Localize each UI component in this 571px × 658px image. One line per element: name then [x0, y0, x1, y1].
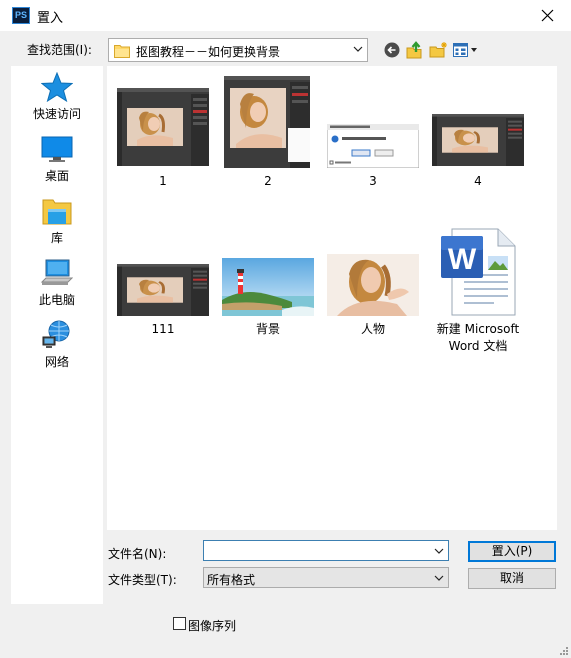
- file-label-line2: Word 文档: [448, 339, 508, 353]
- look-in-dropdown[interactable]: 抠图教程－－如何更换背景: [108, 38, 368, 62]
- new-folder-icon: [429, 42, 447, 58]
- image-sequence-label: 图像序列: [188, 619, 237, 633]
- place-button[interactable]: 置入(P): [468, 541, 556, 562]
- look-in-label: 查找范围(I):: [27, 43, 92, 57]
- folder-icon: [114, 45, 130, 58]
- close-button[interactable]: [525, 0, 571, 31]
- places-bar: 快速访问 桌面 库 此电脑 网络: [11, 66, 103, 604]
- close-icon: [541, 9, 554, 22]
- file-type-value: 所有格式: [207, 573, 256, 587]
- place-label: 网络: [44, 355, 69, 369]
- file-item[interactable]: 背景: [214, 226, 322, 351]
- back-arrow-icon: [384, 42, 400, 58]
- dialog-title: 置入: [37, 11, 64, 26]
- word-document-icon: W: [441, 228, 516, 316]
- look-in-value: 抠图教程－－如何更换背景: [136, 45, 281, 59]
- file-item[interactable]: W 新建 Microsoft Word 文档: [424, 226, 532, 361]
- file-name-label: 文件名(N):: [108, 547, 167, 561]
- file-label: 1: [159, 174, 167, 188]
- image-thumbnail: [117, 88, 209, 166]
- chevron-down-icon[interactable]: [434, 547, 444, 555]
- computer-icon: [41, 259, 73, 285]
- place-label: 快速访问: [32, 107, 81, 121]
- file-label: 新建 Microsoft Word 文档: [424, 321, 532, 355]
- desktop-icon: [41, 136, 73, 162]
- image-thumbnail: [117, 264, 209, 316]
- file-item[interactable]: 3: [319, 76, 427, 201]
- file-item[interactable]: 2: [214, 76, 322, 201]
- file-label: 4: [474, 174, 482, 188]
- cancel-button[interactable]: 取消: [468, 568, 556, 589]
- title-bar: PS 置入: [0, 0, 571, 31]
- resize-grip-icon[interactable]: [559, 646, 569, 656]
- file-item[interactable]: 人物: [319, 226, 427, 351]
- file-label: 111: [151, 322, 175, 336]
- chevron-down-icon: [353, 46, 363, 52]
- place-dialog: PS 置入 查找范围(I): 抠图教程－－如何更换背景 快速访问 桌面 库 此电…: [0, 0, 571, 658]
- chevron-down-icon: [434, 575, 444, 581]
- up-folder-icon: [406, 41, 422, 59]
- file-label: 人物: [360, 322, 385, 336]
- file-label-line1: 新建 Microsoft: [436, 322, 520, 336]
- file-list: 1 2 3 4 111 背景 人物 W 新建 Microsoft Word 文档: [107, 66, 557, 530]
- file-item[interactable]: 4: [424, 76, 532, 201]
- file-item[interactable]: 111: [109, 226, 217, 351]
- network-icon: [42, 320, 70, 348]
- file-item[interactable]: 1: [109, 76, 217, 201]
- svg-text:W: W: [448, 243, 477, 276]
- file-label: 背景: [255, 322, 280, 336]
- file-type-select[interactable]: 所有格式: [203, 567, 449, 588]
- image-sequence-checkbox[interactable]: [173, 617, 186, 630]
- place-label: 此电脑: [38, 293, 75, 307]
- file-name-input[interactable]: [203, 540, 449, 561]
- library-icon: [42, 199, 72, 225]
- file-type-label: 文件类型(T):: [108, 573, 177, 587]
- file-label: 2: [264, 174, 272, 188]
- image-thumbnail: [432, 114, 524, 166]
- view-menu-icon: [453, 43, 477, 57]
- image-thumbnail: [222, 258, 314, 316]
- place-label: 库: [50, 231, 63, 245]
- star-icon: [41, 72, 73, 102]
- place-label: 桌面: [44, 169, 69, 183]
- back-button[interactable]: [383, 40, 401, 60]
- new-folder-button[interactable]: [429, 40, 449, 60]
- photoshop-app-icon: PS: [12, 7, 30, 24]
- image-thumbnail: [224, 76, 310, 168]
- file-label: 3: [369, 174, 377, 188]
- up-folder-button[interactable]: [405, 40, 425, 60]
- view-menu-button[interactable]: [452, 40, 479, 60]
- image-thumbnail: [327, 124, 419, 168]
- image-thumbnail: [327, 254, 419, 316]
